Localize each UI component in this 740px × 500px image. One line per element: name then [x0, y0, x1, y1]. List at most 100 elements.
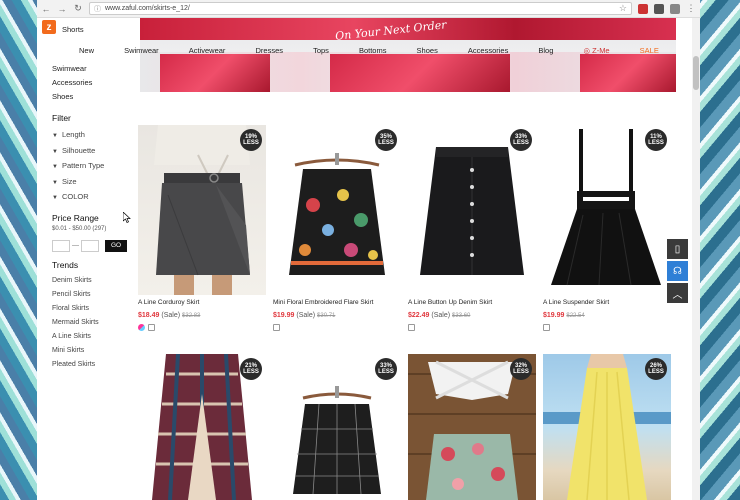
- zaful-logo[interactable]: z: [42, 20, 56, 34]
- trend-denim-skirts[interactable]: Denim Skirts: [52, 274, 127, 288]
- product-name[interactable]: A Line Button Up Denim Skirt: [408, 299, 536, 306]
- trend-mini-skirts[interactable]: Mini Skirts: [52, 344, 127, 358]
- caret-down-icon: ▼: [52, 195, 58, 201]
- product-name[interactable]: A Line Suspender Skirt: [543, 299, 671, 306]
- info-icon[interactable]: ⓘ: [94, 4, 101, 14]
- price-filter-row: — GO: [52, 239, 127, 252]
- size-guide-icon[interactable]: [148, 324, 155, 331]
- badge-less: LESS: [513, 140, 529, 146]
- web-page: z On Your Next Order New Swimwear Active…: [37, 18, 700, 500]
- trend-floral-skirts[interactable]: Floral Skirts: [52, 302, 127, 316]
- sidebar-item-swimwear[interactable]: Swimwear: [52, 62, 127, 76]
- product-card[interactable]: 35% LESS Mini Floral Embroidered Flare Sk…: [273, 125, 401, 331]
- browser-toolbar: ← → ↻ ⓘ www.zaful.com/skirts-e_12/ ☆ ⋮: [37, 0, 700, 18]
- product-name[interactable]: A Line Corduroy Skirt: [138, 299, 266, 306]
- price-min-input[interactable]: [52, 239, 70, 252]
- filter-label: Size: [61, 176, 77, 186]
- customer-service-button[interactable]: ☊: [667, 261, 688, 281]
- filter-length[interactable]: ▼ Length: [52, 127, 127, 143]
- trend-mermaid-skirts[interactable]: Mermaid Skirts: [52, 316, 127, 330]
- filter-color[interactable]: ▼ COLOR: [52, 189, 127, 205]
- address-bar[interactable]: ⓘ www.zaful.com/skirts-e_12/ ☆: [89, 2, 632, 15]
- product-card[interactable]: 33% LESS A Line Button Up Denim Skirt $22…: [408, 125, 536, 331]
- price-range-summary[interactable]: $0.01 - $50.00 (297): [52, 226, 127, 232]
- star-icon[interactable]: ☆: [619, 3, 627, 14]
- filter-size[interactable]: ▼ Size: [52, 174, 127, 190]
- product-card[interactable]: 26% LESS: [543, 354, 671, 500]
- sidebar-item-accessories[interactable]: Accessories: [52, 76, 127, 90]
- trend-pleated-skirts[interactable]: Pleated Skirts: [52, 358, 127, 372]
- product-icons: [408, 324, 536, 331]
- promo-banner[interactable]: On Your Next Order: [140, 18, 676, 92]
- product-icons: [273, 324, 401, 331]
- product-icons: [543, 324, 671, 331]
- current-price: $18.49: [138, 312, 160, 319]
- nav-item-shoes[interactable]: Shoes: [417, 46, 438, 55]
- nav-item-new[interactable]: New: [79, 46, 94, 55]
- instagram-icon: ◎: [583, 46, 593, 55]
- nav-item-blog[interactable]: Blog: [538, 46, 553, 55]
- filter-pattern-type[interactable]: ▼ Pattern Type: [52, 158, 127, 174]
- badge-less: LESS: [243, 369, 259, 375]
- product-icons: [138, 324, 266, 331]
- extension-icon[interactable]: [670, 3, 680, 14]
- product-image[interactable]: 33% LESS: [273, 354, 401, 500]
- size-guide-icon[interactable]: [543, 324, 550, 331]
- nav-item-accessories[interactable]: Accessories: [468, 46, 508, 55]
- back-icon[interactable]: ←: [41, 4, 51, 14]
- discount-badge: 35% LESS: [375, 129, 397, 151]
- sidebar-item-shoes[interactable]: Shoes: [52, 90, 127, 104]
- badge-less: LESS: [648, 369, 664, 375]
- product-card[interactable]: 21% LESS: [138, 354, 266, 500]
- size-guide-icon[interactable]: [273, 324, 280, 331]
- product-card[interactable]: 11% LESS A Line Suspender Skirt $19.99 $2…: [543, 125, 671, 331]
- caret-down-icon: ▼: [52, 179, 58, 186]
- reload-icon[interactable]: ↻: [73, 3, 83, 14]
- trend-pencil-skirts[interactable]: Pencil Skirts: [52, 288, 127, 302]
- badge-less: LESS: [378, 140, 394, 146]
- forward-icon[interactable]: →: [57, 4, 67, 14]
- product-image[interactable]: 19% LESS: [138, 125, 266, 295]
- size-guide-icon[interactable]: [408, 324, 415, 331]
- product-name[interactable]: Mini Floral Embroidered Flare Skirt: [273, 299, 401, 306]
- filter-silhouette[interactable]: ▼ Silhouette: [52, 143, 127, 159]
- scrollbar-thumb[interactable]: [693, 56, 699, 90]
- product-image[interactable]: 32% LESS: [408, 354, 536, 500]
- nav-item-bottoms[interactable]: Bottoms: [359, 46, 387, 55]
- product-image[interactable]: 26% LESS: [543, 354, 671, 500]
- nav-item-zme[interactable]: ◎ Z-Me: [583, 46, 609, 55]
- nav-item-sale[interactable]: SALE: [640, 46, 659, 55]
- price-go-button[interactable]: GO: [105, 239, 127, 252]
- extension-icon[interactable]: [638, 3, 648, 14]
- menu-icon[interactable]: ⋮: [686, 3, 696, 14]
- sidebar-item-shorts[interactable]: Shorts: [62, 23, 84, 37]
- product-price: $19.99 (Sale) $30.71: [273, 312, 401, 319]
- product-card[interactable]: 19% LESS A Line Corduroy Skirt $18.49 (Sa…: [138, 125, 266, 331]
- back-to-top-button[interactable]: ︿: [667, 283, 688, 303]
- product-price: $22.49 (Sale) $33.60: [408, 312, 536, 319]
- badge-less: LESS: [513, 369, 529, 375]
- product-image[interactable]: 33% LESS: [408, 125, 536, 295]
- nav-item-tops[interactable]: Tops: [313, 46, 329, 55]
- badge-less: LESS: [243, 140, 259, 146]
- mobile-app-button[interactable]: ▯: [667, 239, 688, 259]
- product-card[interactable]: 32% LESS: [408, 354, 536, 500]
- product-image[interactable]: 35% LESS: [273, 125, 401, 295]
- badge-less: LESS: [378, 369, 394, 375]
- product-image[interactable]: 21% LESS: [138, 354, 266, 500]
- product-image[interactable]: 11% LESS: [543, 125, 671, 295]
- filter-label: COLOR: [61, 192, 89, 201]
- sale-label: (Sale): [296, 312, 316, 319]
- trend-a-line-skirts[interactable]: A Line Skirts: [52, 330, 127, 344]
- discount-badge: 26% LESS: [645, 358, 667, 380]
- price-max-input[interactable]: [81, 239, 99, 252]
- color-swatch-icon[interactable]: [138, 324, 145, 331]
- product-card[interactable]: 33% LESS: [273, 354, 401, 500]
- page-scrollbar[interactable]: [692, 18, 700, 500]
- nav-item-swimwear[interactable]: Swimwear: [124, 46, 159, 55]
- extension-icon[interactable]: [654, 3, 664, 14]
- nav-item-dresses[interactable]: Dresses: [255, 46, 283, 55]
- nav-item-activewear[interactable]: Activewear: [189, 46, 226, 55]
- discount-badge: 33% LESS: [375, 358, 397, 380]
- original-price: $22.54: [566, 313, 585, 319]
